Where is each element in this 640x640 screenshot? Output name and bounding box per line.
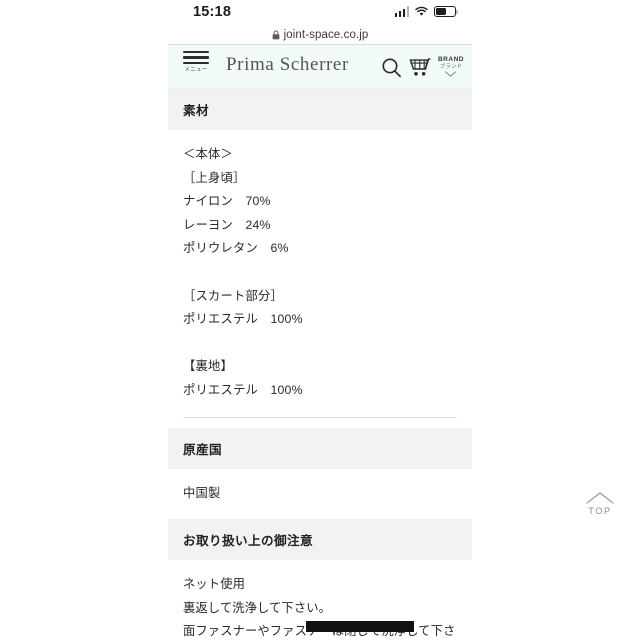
section-heading-origin: 原産国: [168, 427, 472, 469]
brand-menu-label-en: BRAND: [437, 55, 464, 63]
status-bar: 15:18: [168, 0, 472, 26]
section-body-origin: 中国製: [183, 485, 221, 500]
status-bar-time: 15:18: [193, 4, 232, 20]
scroll-to-top-label: TOP: [588, 506, 612, 516]
header-actions: BRAND ブランド: [381, 45, 466, 89]
status-bar-indicators: [394, 6, 459, 17]
shopping-cart-icon[interactable]: [409, 57, 431, 78]
text-selection-overlay: [306, 621, 414, 632]
screen: 15:18 joint-space.co.jp メニュー Prima Scher…: [0, 0, 640, 640]
site-header: メニュー Prima Scherrer BRAND ブランド: [168, 45, 472, 89]
chevron-down-icon: [445, 71, 457, 77]
section-body-material: ＜本体＞ ［上身頃］ ナイロン 70% レーヨン 24% ポリウレタン 6% ［…: [183, 147, 303, 398]
cellular-signal-icon: [394, 6, 409, 17]
browser-url-bar[interactable]: joint-space.co.jp: [168, 26, 472, 44]
brand-menu-label-jp: ブランド: [439, 63, 463, 70]
scroll-to-top-button[interactable]: TOP: [578, 490, 622, 516]
hamburger-menu-label: メニュー: [184, 66, 208, 73]
phone-viewport: 15:18 joint-space.co.jp メニュー Prima Scher…: [168, 0, 472, 640]
lock-icon: [272, 30, 279, 40]
section-heading-material: 素材: [168, 89, 472, 130]
site-logo[interactable]: Prima Scherrer: [226, 54, 349, 76]
battery-icon: [434, 6, 459, 17]
search-icon[interactable]: [381, 57, 402, 78]
wifi-icon: [415, 6, 428, 16]
product-detail-content: 素材 ＜本体＞ ［上身頃］ ナイロン 70% レーヨン 24% ポリウレタン 6…: [168, 89, 472, 640]
section-heading-care: お取り扱い上の御注意: [168, 519, 472, 561]
brand-menu-button[interactable]: BRAND ブランド: [437, 55, 466, 78]
chevron-up-icon: [586, 492, 614, 504]
hamburger-menu-icon[interactable]: メニュー: [178, 51, 214, 73]
url-text: joint-space.co.jp: [283, 29, 369, 41]
